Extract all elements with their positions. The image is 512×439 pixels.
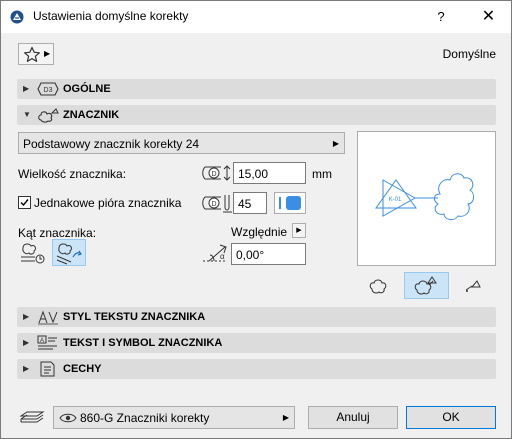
marker-type-select[interactable]: Podstawowy znacznik korekty 24 ▶ (18, 132, 345, 154)
marker-size-unit: mm (312, 167, 332, 181)
marker-size-label: Wielkość znacznika: (18, 167, 127, 181)
relative-label: Względnie (231, 225, 288, 239)
section-marker-header[interactable]: ▼ ZNACZNIK (17, 105, 496, 125)
favorites-button[interactable]: ▶ (18, 43, 54, 65)
section-text-style-title: STYL TEKSTU ZNACZNIKA (63, 311, 206, 323)
svg-text:D: D (211, 201, 216, 208)
archicad-app-icon (10, 10, 24, 24)
equal-pens-checkbox[interactable] (18, 196, 31, 209)
pen-color-swatch[interactable] (274, 192, 306, 214)
marker-angle-label: Kąt znacznika: (18, 226, 97, 240)
preview-marker-text: K-01 (389, 197, 402, 203)
layer-select[interactable]: 860-G Znaczniki korekty ▶ (53, 406, 295, 429)
layers-icon (19, 411, 45, 423)
ok-button[interactable]: OK (406, 406, 496, 429)
help-button[interactable]: ? (421, 1, 461, 33)
angle-value-icon: α (203, 244, 227, 262)
equal-pens-label: Jednakowe pióra znacznika (34, 196, 182, 210)
pen-number-input[interactable]: 45 (233, 192, 267, 214)
expand-arrow-icon: ▶ (23, 84, 30, 93)
properties-icon (40, 361, 55, 377)
section-text-style-header[interactable]: ▶ STYL TEKSTU ZNACZNIKA (17, 307, 496, 327)
chevron-right-icon: ▶ (44, 49, 51, 58)
angle-relative-icon (56, 243, 82, 265)
pen-number-value: 45 (238, 197, 252, 211)
dropdown-arrow-icon: ▶ (282, 413, 289, 422)
text-symbol-icon: A (37, 335, 57, 350)
checkmark-icon (20, 199, 29, 207)
marker-size-icon: D (202, 165, 231, 181)
marker-size-input[interactable]: 15,00 (233, 162, 306, 184)
eye-icon (59, 413, 77, 423)
window-title: Ustawienia domyślne korekty (33, 9, 189, 23)
marker-preview: K-01 (357, 131, 496, 266)
layer-value: 860-G Znaczniki korekty (80, 411, 210, 425)
expand-arrow-icon: ▶ (23, 312, 30, 321)
cloud-icon (369, 279, 387, 294)
preset-name: Domyślne (442, 47, 496, 61)
svg-text:D3: D3 (44, 87, 53, 94)
preview-cloud-only-button[interactable] (364, 273, 392, 299)
text-style-icon (38, 310, 58, 325)
story-icon: D3 (37, 82, 59, 96)
cloud-marker-icon (414, 276, 437, 295)
pen-color-fill (286, 196, 301, 210)
section-text-symbol-header[interactable]: ▶ A TEKST I SYMBOL ZNACZNIKA (17, 333, 496, 353)
marker-type-value: Podstawowy znacznik korekty 24 (23, 137, 200, 151)
marker-size-value: 15,00 (238, 167, 269, 181)
section-text-symbol-title: TEKST I SYMBOL ZNACZNIKA (63, 337, 223, 349)
marker-pen-icon: D (202, 195, 232, 213)
pen-color-bar (279, 197, 281, 209)
close-button[interactable]: ✕ (466, 1, 511, 33)
section-properties-header[interactable]: ▶ CECHY (17, 359, 496, 379)
angle-absolute-icon (21, 243, 45, 264)
preview-marker-only-button[interactable] (460, 273, 488, 299)
collapse-arrow-icon: ▼ (23, 110, 31, 119)
angle-relative-button[interactable] (52, 239, 86, 266)
angle-absolute-button[interactable] (18, 240, 48, 266)
marker-angle-input[interactable]: 0,00° (231, 243, 306, 265)
svg-text:D: D (211, 171, 216, 178)
settings-dialog: Ustawienia domyślne korekty ? ✕ ▶ Domyśl… (0, 0, 512, 439)
svg-text:α: α (220, 252, 225, 261)
section-general-title: OGÓLNE (63, 83, 111, 95)
star-icon (24, 46, 40, 62)
preview-cloud-marker-button[interactable] (404, 272, 449, 299)
marker-preview-drawing: K-01 (375, 173, 475, 221)
expand-arrow-icon: ▶ (23, 364, 30, 373)
section-marker-title: ZNACZNIK (63, 109, 120, 121)
relative-menu-button[interactable]: ▶ (292, 223, 306, 238)
svg-text:A: A (40, 338, 44, 344)
dropdown-arrow-icon: ▶ (332, 139, 339, 148)
title-bar: Ustawienia domyślne korekty ? ✕ (1, 1, 511, 33)
section-general-header[interactable]: ▶ D3 OGÓLNE (17, 79, 496, 99)
marker-angle-value: 0,00° (236, 248, 265, 262)
marker-only-icon (465, 280, 481, 292)
marker-icon (38, 108, 59, 123)
cancel-button[interactable]: Anuluj (308, 406, 398, 429)
section-properties-title: CECHY (63, 363, 102, 375)
expand-arrow-icon: ▶ (23, 338, 30, 347)
